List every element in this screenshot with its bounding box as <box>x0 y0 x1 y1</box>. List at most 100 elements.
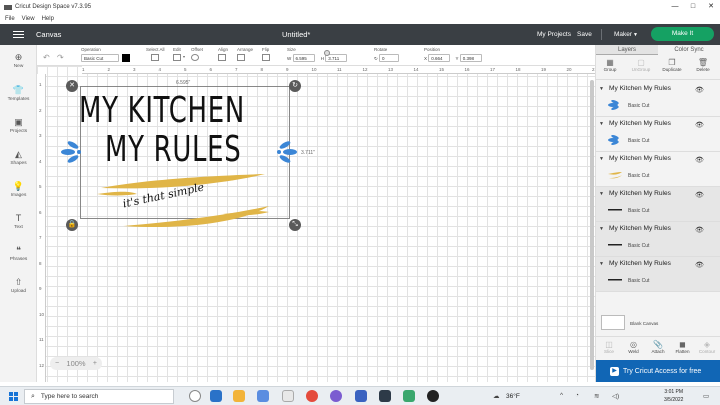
eye-icon[interactable]: 👁 <box>695 121 704 129</box>
chevron-down-icon[interactable]: ▼ <box>599 226 604 232</box>
resize-handle-icon[interactable]: ⤡ <box>289 219 301 231</box>
file-explorer-icon[interactable] <box>233 390 245 402</box>
sidebar-item-new[interactable]: ⊕ New <box>0 52 37 69</box>
zoom-in-button[interactable]: + <box>93 360 97 367</box>
cricut-access-button[interactable]: ▶ Try Cricut Access for free <box>596 360 720 382</box>
slice-button[interactable]: ◫ Slice <box>597 340 621 354</box>
app-icon[interactable] <box>403 390 415 402</box>
volume-icon[interactable]: ◁) <box>612 392 619 400</box>
delete-button[interactable]: 🗑 Delete <box>690 58 716 72</box>
offset-icon[interactable] <box>191 54 199 61</box>
layer-row[interactable]: ▼ My Kitchen My Rules 👁 Basic Cut <box>596 152 720 187</box>
chrome-icon[interactable] <box>306 390 318 402</box>
make-it-button[interactable]: Make It <box>651 27 714 41</box>
edit-icon[interactable] <box>173 54 181 61</box>
ungroup-button[interactable]: ▢ UnGroup <box>628 58 654 72</box>
layer-row[interactable]: ▼ My Kitchen My Rules 👁 Basic Cut <box>596 82 720 117</box>
phrases-icon: ❝ <box>16 245 21 255</box>
eye-icon[interactable]: 👁 <box>695 86 704 94</box>
weld-button[interactable]: ◎ Weld <box>622 340 646 354</box>
menu-help[interactable]: Help <box>42 16 54 22</box>
flip-icon[interactable] <box>262 54 270 61</box>
attach-button[interactable]: 📎 Attach <box>646 340 670 354</box>
layer-row[interactable]: ▼ My Kitchen My Rules 👁 Basic Cut <box>596 222 720 257</box>
my-projects-button[interactable]: My Projects <box>537 31 571 38</box>
undo-icon[interactable]: ↶ <box>43 53 50 62</box>
eye-icon[interactable]: 👁 <box>695 156 704 164</box>
task-view-icon[interactable] <box>189 390 201 402</box>
sidebar-item-shapes[interactable]: ◭ Shapes <box>0 149 37 166</box>
position-y-input[interactable]: 0.398 <box>459 54 482 62</box>
zoom-out-button[interactable]: − <box>55 360 59 367</box>
windows-start-icon[interactable] <box>9 392 18 401</box>
width-input[interactable]: 6.595 <box>292 54 315 62</box>
select-all-icon[interactable] <box>151 54 159 61</box>
eye-icon[interactable]: 👁 <box>695 226 704 234</box>
layer-operation: Basic Cut <box>628 103 650 109</box>
chevron-down-icon[interactable]: ▼ <box>599 261 604 267</box>
action-label: Contour <box>698 349 716 354</box>
sidebar-item-text[interactable]: T Text <box>0 213 37 230</box>
eye-icon[interactable]: 👁 <box>695 261 704 269</box>
close-window-button[interactable]: ✕ <box>702 0 720 14</box>
group-button[interactable]: ▦ Group <box>597 58 623 72</box>
rotate-input[interactable]: 0 <box>379 54 400 62</box>
trash-icon: 🗑 <box>697 58 709 67</box>
eye-icon[interactable]: 👁 <box>695 191 704 199</box>
app-icon[interactable] <box>379 390 391 402</box>
minimize-button[interactable]: — <box>666 0 684 14</box>
mail-icon[interactable] <box>257 390 269 402</box>
sidebar-item-phrases[interactable]: ❝ Phrases <box>0 245 37 262</box>
sidebar-item-projects[interactable]: ▣ Projects <box>0 117 37 134</box>
tab-layers[interactable]: Layers <box>596 45 658 55</box>
blank-canvas-row[interactable]: Blank Canvas <box>596 315 720 335</box>
position-x-input[interactable]: 0.664 <box>428 54 451 62</box>
delete-handle-icon[interactable]: ✕ <box>66 80 78 92</box>
layer-row[interactable]: ▼ My Kitchen My Rules 👁 Basic Cut <box>596 257 720 292</box>
chevron-down-icon[interactable]: ▼ <box>633 32 638 38</box>
document-title: Untitled* <box>282 30 311 39</box>
align-icon[interactable] <box>218 54 226 61</box>
chevron-down-icon[interactable]: ▼ <box>599 156 604 162</box>
taskbar-search-input[interactable]: ⌕ Type here to search <box>24 389 174 404</box>
notifications-icon[interactable]: ▭ <box>703 392 709 400</box>
design-canvas[interactable]: 123456789101112131415161718192021222324 … <box>37 66 595 382</box>
sidebar-item-upload[interactable]: ⇧ Upload <box>0 277 37 294</box>
flatten-button[interactable]: ◼ Flatten <box>671 340 695 354</box>
chevron-down-icon[interactable]: ▾ <box>183 54 185 59</box>
app-icon[interactable] <box>355 390 367 402</box>
vertical-scrollbar[interactable] <box>590 80 594 370</box>
lock-proportions-icon[interactable] <box>324 50 330 56</box>
app-icon[interactable] <box>210 390 222 402</box>
menu-view[interactable]: View <box>22 16 35 22</box>
save-button[interactable]: Save <box>577 31 592 38</box>
maximize-button[interactable]: □ <box>684 0 702 14</box>
cricut-icon[interactable] <box>427 390 439 402</box>
layer-row[interactable]: ▼ My Kitchen My Rules 👁 Basic Cut <box>596 117 720 152</box>
duplicate-button[interactable]: ❐ Duplicate <box>659 58 685 72</box>
color-swatch[interactable] <box>122 54 130 62</box>
viber-icon[interactable] <box>330 390 342 402</box>
network-icon[interactable]: ◔ <box>575 392 579 399</box>
taskbar-clock[interactable]: 3:01 PM 3/5/2022 <box>664 388 683 404</box>
blank-canvas-swatch[interactable] <box>601 315 625 330</box>
chevron-down-icon[interactable]: ▼ <box>599 121 604 127</box>
rotate-handle-icon[interactable]: ↻ <box>289 80 301 92</box>
sidebar-item-images[interactable]: 💡 Images <box>0 181 37 198</box>
chevron-down-icon[interactable]: ▼ <box>599 86 604 92</box>
contour-button[interactable]: ◈ Contour <box>695 340 719 354</box>
chevron-down-icon[interactable]: ▼ <box>599 191 604 197</box>
menu-file[interactable]: File <box>5 16 15 22</box>
wifi-icon[interactable]: ≋ <box>594 392 599 400</box>
redo-icon[interactable]: ↷ <box>57 53 64 62</box>
chevron-up-icon[interactable]: ^ <box>560 392 563 399</box>
operation-select[interactable]: Basic Cut <box>81 54 119 62</box>
arrange-icon[interactable] <box>237 54 245 61</box>
layer-row[interactable]: ▼ My Kitchen My Rules 👁 Basic Cut <box>596 187 720 222</box>
tab-color-sync[interactable]: Color Sync <box>658 45 720 55</box>
store-icon[interactable] <box>282 390 294 402</box>
sidebar-item-templates[interactable]: 👕 Templates <box>0 85 37 102</box>
hamburger-menu-icon[interactable] <box>13 30 24 39</box>
lock-handle-icon[interactable]: 🔒 <box>66 219 78 231</box>
machine-select[interactable]: Maker <box>614 31 632 38</box>
